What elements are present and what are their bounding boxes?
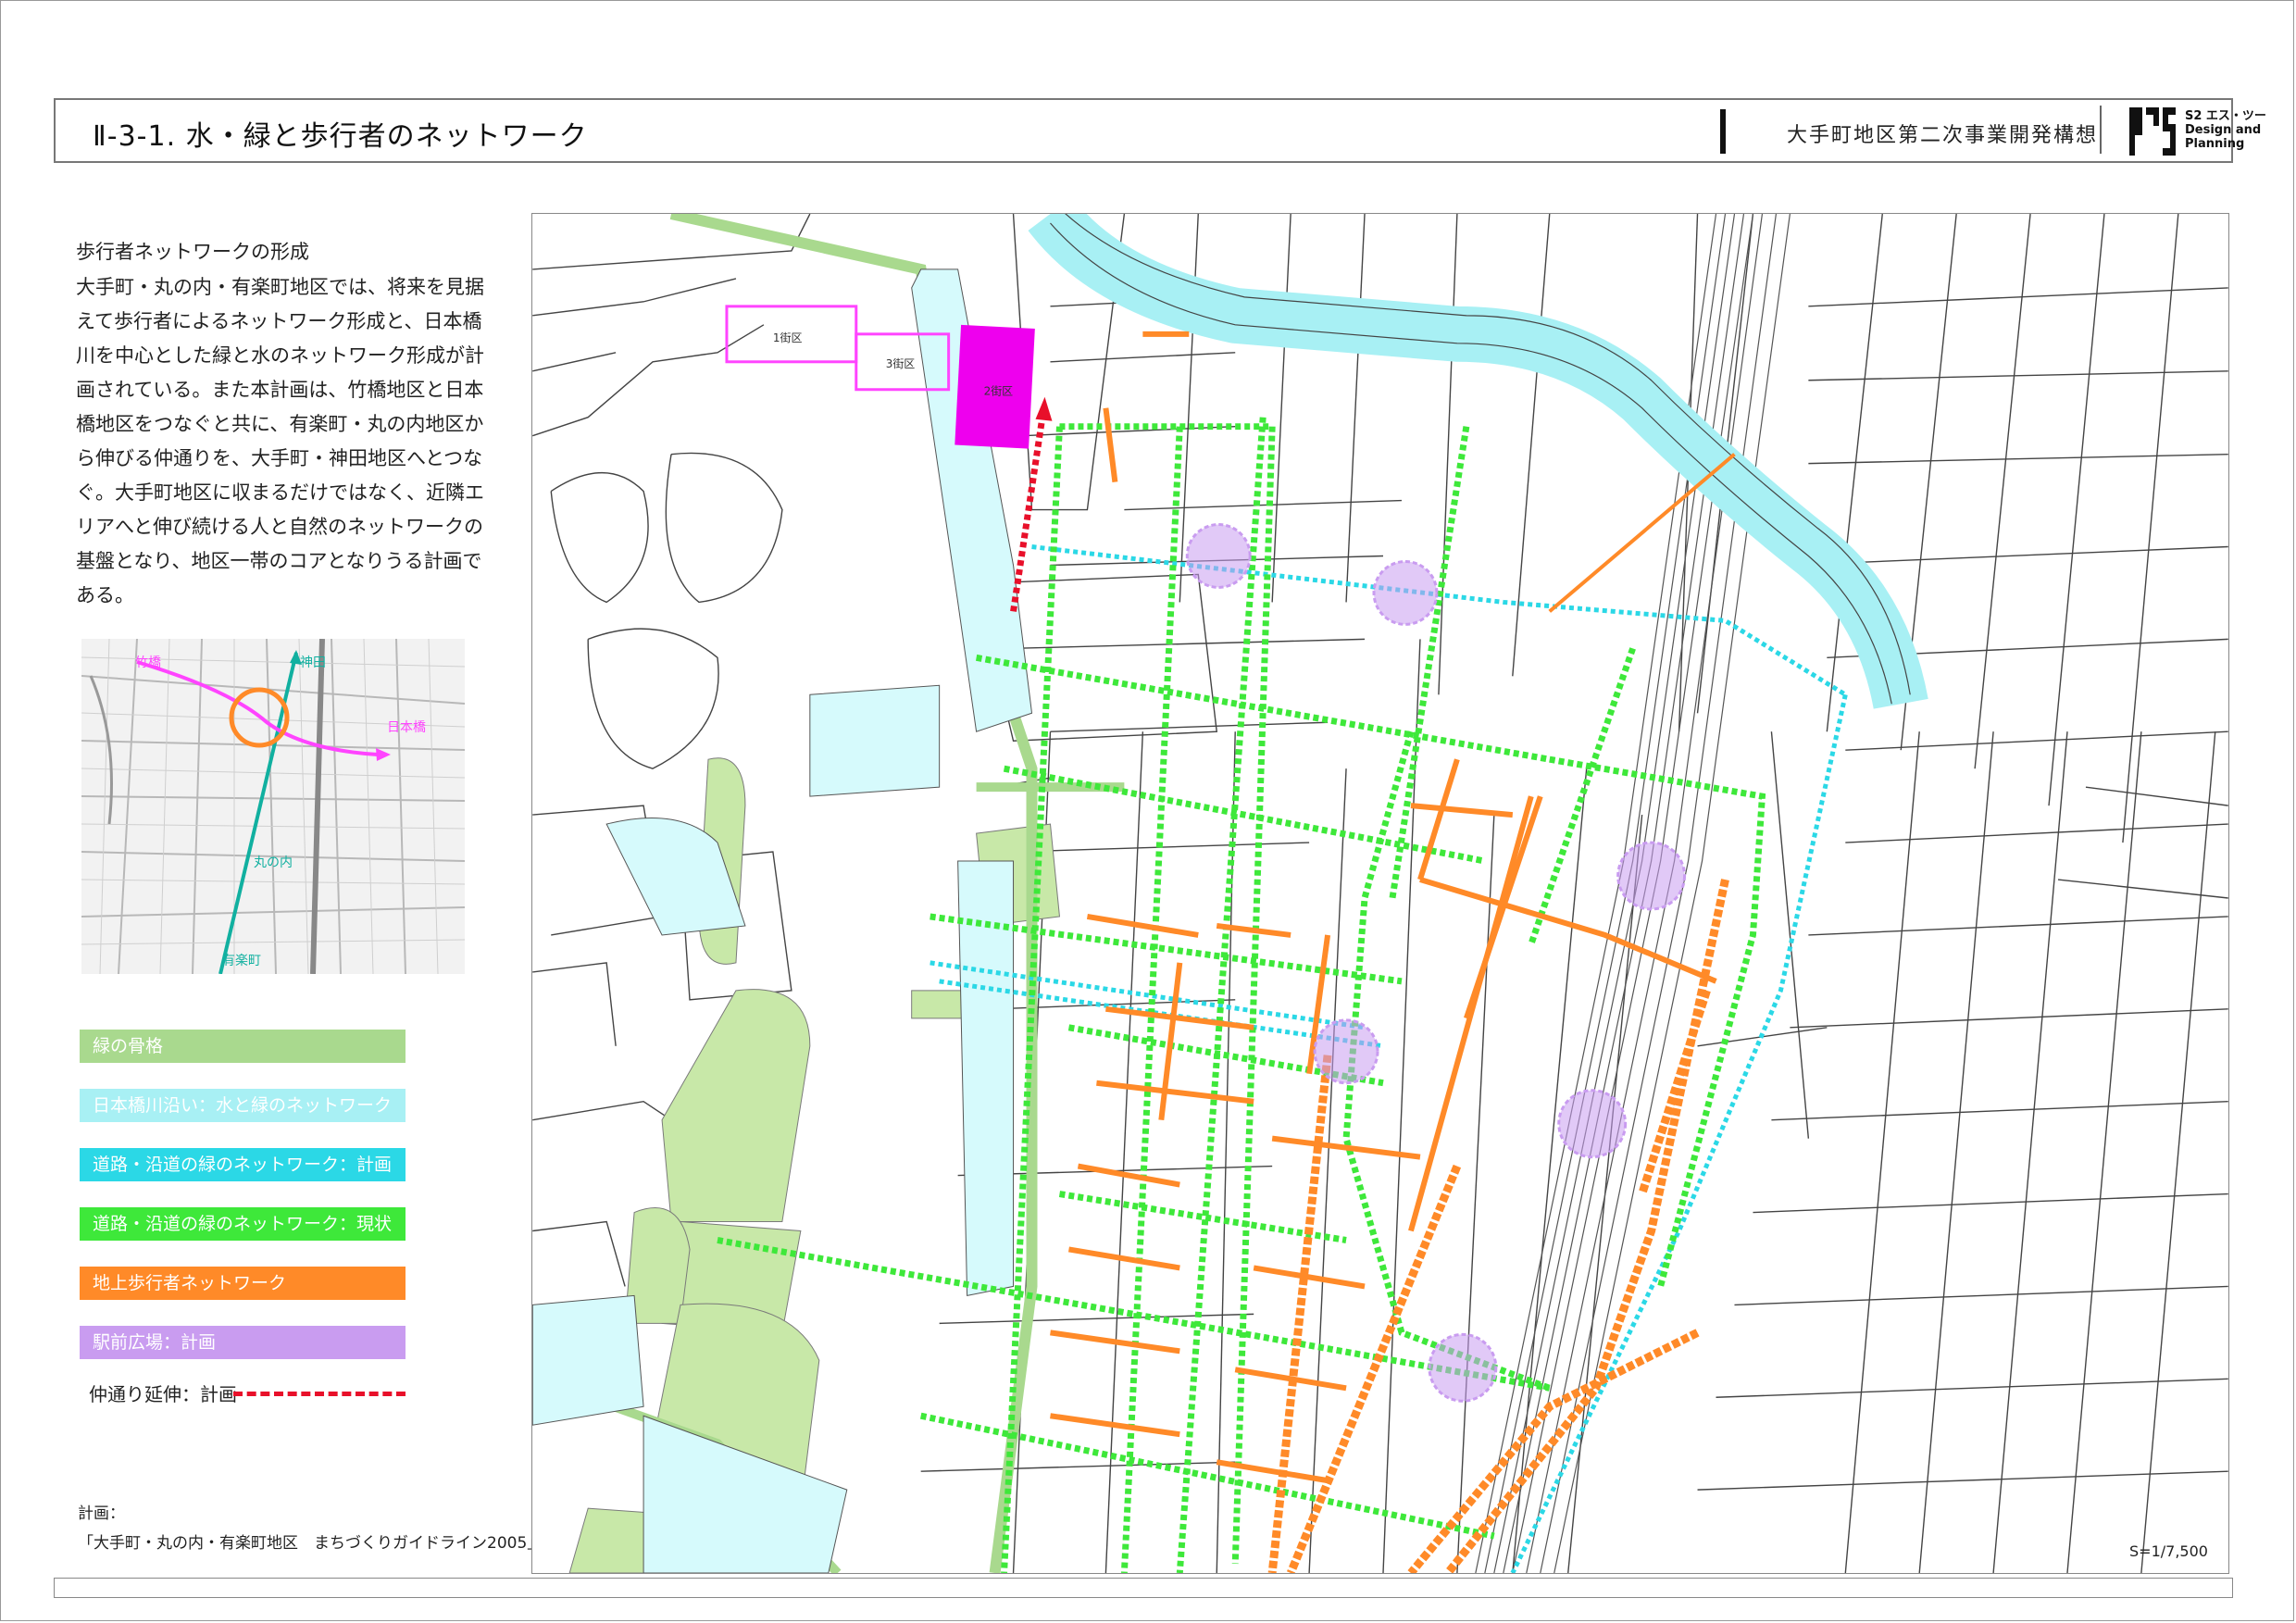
legend-nakadori-extension: 仲通り延伸：計画 (89, 1383, 237, 1405)
inset-label-nihonbashi: 日本橋 (387, 720, 426, 735)
inset-label-yurakucho: 有楽町 (222, 954, 261, 968)
block-label-1: 1街区 (773, 331, 803, 344)
inset-label-kanda: 神田 (300, 655, 326, 670)
legend-road-green-plan: 道路・沿道の緑のネットワーク：計画 (80, 1148, 406, 1181)
company-logo-icon (2129, 107, 2176, 156)
station-plaza-yaesu (1428, 1332, 1498, 1403)
header-rule-top (54, 98, 2233, 100)
source-label: 計画： (78, 1504, 125, 1523)
logo-separator (2100, 106, 2102, 154)
inset-label-takebashi: 竹橋 (135, 655, 161, 670)
block-label-2: 2街区 (984, 385, 1014, 398)
map-scale: S=1/7,500 (2129, 1542, 2208, 1560)
logo-line-1: S2 エス・ツー (2185, 109, 2266, 123)
source-reference: 「大手町・丸の内・有楽町地区 まちづくりガイドライン2005」参照 (78, 1534, 575, 1553)
description-heading: 歩行者ネットワークの形成 (76, 241, 309, 263)
description-body: 大手町・丸の内・有楽町地区では、将来を見据えて歩行者によるネットワーク形成と、日… (76, 276, 484, 606)
station-plaza-tokyo-east (1557, 1089, 1628, 1159)
footer-band (54, 1578, 2233, 1598)
legend-pedestrian-network: 地上歩行者ネットワーク (80, 1267, 406, 1300)
legend-road-green-current: 道路・沿道の緑のネットワーク：現状 (80, 1207, 406, 1241)
legend-green-frame: 緑の骨格 (80, 1030, 406, 1063)
section-title: Ⅱ-3-1. 水・緑と歩行者のネットワーク (93, 120, 588, 153)
project-name: 大手町地区第二次事業開発構想 (1787, 124, 2099, 147)
logo-line-3: Planning (2185, 137, 2245, 151)
district-network-map: 1街区 2街区 3街区 (531, 213, 2229, 1574)
legend-nakadori-dash-swatch (233, 1392, 406, 1396)
legend-water-network: 日本橋川沿い：水と緑のネットワーク (80, 1089, 406, 1122)
station-plaza-otemachi-e (1372, 559, 1439, 626)
header-left-edge (54, 98, 56, 163)
logo-line-2: Design and (2185, 123, 2262, 137)
station-plaza-otemachi-w (1185, 523, 1252, 589)
header-rule-bottom (54, 161, 2233, 163)
inset-location-map: 竹橋 神田 日本橋 丸の内 有楽町 (81, 639, 465, 974)
block-label-3: 3街区 (886, 357, 916, 370)
inset-label-marunouchi: 丸の内 (254, 855, 293, 870)
station-plaza-tokyo-north (1616, 841, 1687, 911)
title-divider-bar (1720, 109, 1726, 154)
legend-station-plaza: 駅前広場：計画 (80, 1326, 406, 1359)
company-logo-text: S2 エス・ツー Design and Planning (2185, 109, 2266, 151)
station-plaza-marunouchi (1313, 1018, 1379, 1085)
